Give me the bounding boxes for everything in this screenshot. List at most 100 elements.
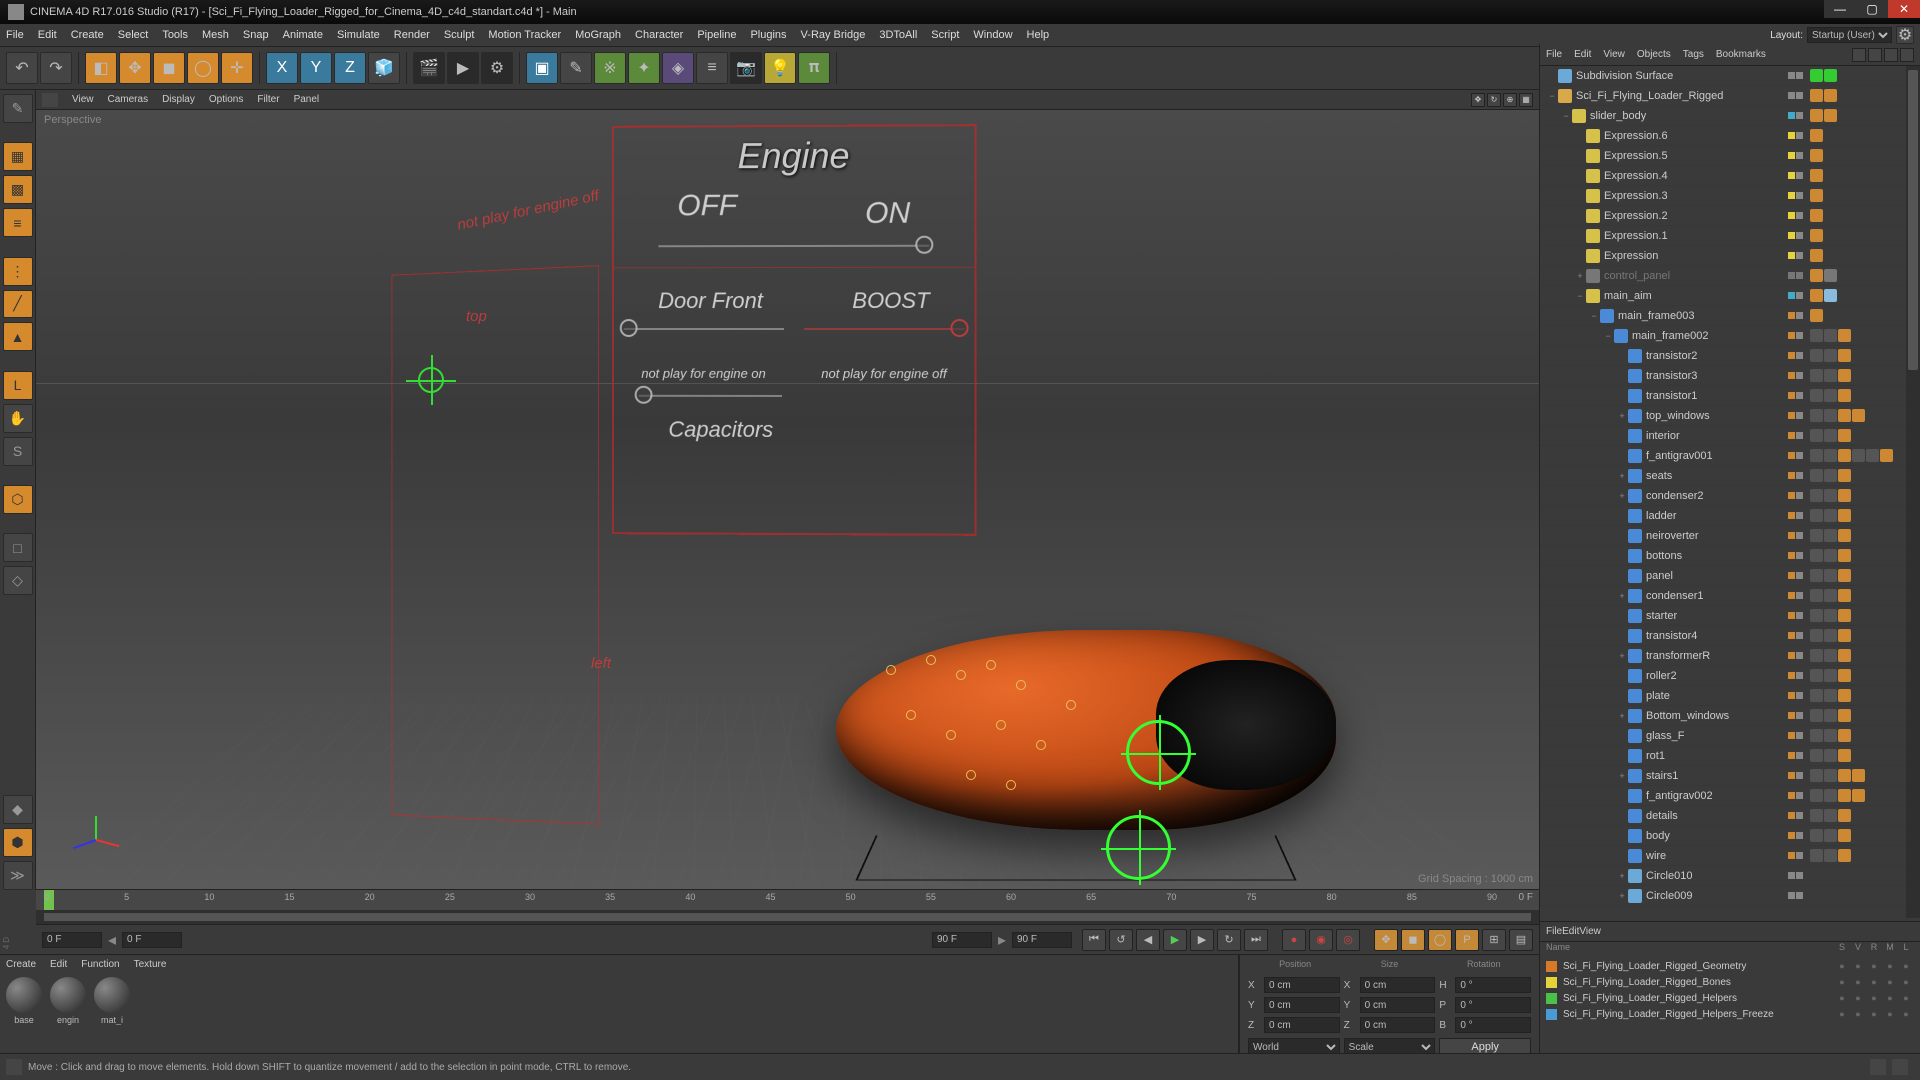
size-y-input[interactable] <box>1360 997 1436 1013</box>
object-name[interactable]: main_aim <box>1604 290 1780 302</box>
tag-icon[interactable] <box>1838 689 1851 702</box>
visibility-dot[interactable] <box>1796 372 1803 379</box>
tag-icon[interactable] <box>1810 109 1823 122</box>
visibility-dot[interactable] <box>1788 692 1795 699</box>
close-button[interactable]: ✕ <box>1888 0 1920 18</box>
om-menu-tags[interactable]: Tags <box>1683 49 1704 60</box>
menu-snap[interactable]: Snap <box>243 29 269 41</box>
vp-menu-options[interactable]: Options <box>209 94 243 105</box>
tag-icon[interactable] <box>1810 849 1823 862</box>
visibility-dot[interactable] <box>1788 472 1795 479</box>
points-mode-button[interactable]: ⋮ <box>3 257 33 286</box>
tag-icon[interactable] <box>1810 769 1823 782</box>
tag-icon[interactable] <box>1810 709 1823 722</box>
tag-icon[interactable] <box>1838 369 1851 382</box>
visibility-dot[interactable] <box>1788 292 1795 299</box>
maximize-button[interactable]: ▢ <box>1856 0 1888 18</box>
tag-icon[interactable] <box>1824 69 1837 82</box>
tag-icon[interactable] <box>1838 649 1851 662</box>
object-row[interactable]: − main_aim <box>1540 286 1920 306</box>
rot-b-input[interactable] <box>1455 1017 1531 1033</box>
layer-toggle[interactable]: ● <box>1850 993 1866 1003</box>
object-row[interactable]: +condenser2 <box>1540 486 1920 506</box>
object-name[interactable]: condenser2 <box>1646 490 1780 502</box>
object-row[interactable]: Expression.6 <box>1540 126 1920 146</box>
scale-button[interactable]: ◼ <box>153 52 185 84</box>
menu-simulate[interactable]: Simulate <box>337 29 380 41</box>
tag-icon[interactable] <box>1838 569 1851 582</box>
visibility-dot[interactable] <box>1796 92 1803 99</box>
visibility-dot[interactable] <box>1796 432 1803 439</box>
object-row[interactable]: roller2 <box>1540 666 1920 686</box>
tag-icon[interactable] <box>1838 429 1851 442</box>
tag-icon[interactable] <box>1810 589 1823 602</box>
expand-icon[interactable]: − <box>1588 311 1600 321</box>
expand-icon[interactable]: + <box>1616 411 1628 421</box>
object-row[interactable]: transistor4 <box>1540 626 1920 646</box>
undo-button[interactable]: ↶ <box>6 52 38 84</box>
visibility-dot[interactable] <box>1796 752 1803 759</box>
viewport-canvas[interactable]: not play for engine off top left Engine … <box>36 110 1539 889</box>
menu-plugins[interactable]: Plugins <box>750 29 786 41</box>
tag-icon[interactable] <box>1810 189 1823 202</box>
visibility-dot[interactable] <box>1796 652 1803 659</box>
tag-icon[interactable] <box>1810 549 1823 562</box>
expand-icon[interactable]: − <box>1574 291 1586 301</box>
edges-mode-button[interactable]: ╱ <box>3 290 33 319</box>
visibility-dot[interactable] <box>1788 232 1795 239</box>
tag-icon[interactable] <box>1866 449 1879 462</box>
object-name[interactable]: f_antigrav001 <box>1646 450 1780 462</box>
visibility-dot[interactable] <box>1796 272 1803 279</box>
layer-toggle[interactable]: ● <box>1866 961 1882 971</box>
object-row[interactable]: Expression.1 <box>1540 226 1920 246</box>
visibility-dot[interactable] <box>1796 512 1803 519</box>
tag-icon[interactable] <box>1810 129 1823 142</box>
viewport[interactable]: ViewCamerasDisplayOptionsFilterPanel ✥ ↻… <box>36 90 1539 889</box>
object-row[interactable]: −slider_body <box>1540 106 1920 126</box>
object-row[interactable]: +seats <box>1540 466 1920 486</box>
visibility-dot[interactable] <box>1796 412 1803 419</box>
tag-icon[interactable] <box>1810 269 1823 282</box>
tag-icon[interactable] <box>1880 449 1893 462</box>
tag-icon[interactable] <box>1838 489 1851 502</box>
visibility-dot[interactable] <box>1788 572 1795 579</box>
range-end-input[interactable] <box>932 932 992 948</box>
mat-menu-texture[interactable]: Texture <box>134 959 167 970</box>
tag-icon[interactable] <box>1824 89 1837 102</box>
visibility-dot[interactable] <box>1788 372 1795 379</box>
object-name[interactable]: transistor1 <box>1646 390 1780 402</box>
layer-toggle[interactable]: ● <box>1898 993 1914 1003</box>
render-view-button[interactable]: 🎬 <box>413 52 445 84</box>
layer-toggle[interactable]: ● <box>1898 1009 1914 1019</box>
vp-menu-filter[interactable]: Filter <box>257 94 279 105</box>
object-name[interactable]: Sci_Fi_Flying_Loader_Rigged <box>1576 90 1780 102</box>
object-row[interactable]: +transformerR <box>1540 646 1920 666</box>
joint-gizmo[interactable] <box>1106 815 1171 880</box>
tag-icon[interactable] <box>1810 829 1823 842</box>
visibility-dot[interactable] <box>1788 632 1795 639</box>
om-menu-objects[interactable]: Objects <box>1637 49 1671 60</box>
tag-icon[interactable] <box>1824 629 1837 642</box>
next-frame-button[interactable]: ▶ <box>1190 929 1214 951</box>
polys-mode-button[interactable]: ▲ <box>3 322 33 351</box>
tag-icon[interactable] <box>1810 369 1823 382</box>
tag-icon[interactable] <box>1810 489 1823 502</box>
object-name[interactable]: details <box>1646 810 1780 822</box>
object-row[interactable]: Subdivision Surface <box>1540 66 1920 86</box>
object-row[interactable]: Expression.4 <box>1540 166 1920 186</box>
visibility-dot[interactable] <box>1788 132 1795 139</box>
tag-icon[interactable] <box>1824 329 1837 342</box>
menu-script[interactable]: Script <box>931 29 959 41</box>
visibility-dot[interactable] <box>1788 812 1795 819</box>
visibility-dot[interactable] <box>1788 592 1795 599</box>
menu-render[interactable]: Render <box>394 29 430 41</box>
visibility-dot[interactable] <box>1796 112 1803 119</box>
planar-workplane-button[interactable]: ◇ <box>3 566 33 595</box>
vp-menu-cameras[interactable]: Cameras <box>108 94 149 105</box>
layer-toggle[interactable]: ● <box>1882 961 1898 971</box>
visibility-dot[interactable] <box>1788 712 1795 719</box>
tag-icon[interactable] <box>1852 449 1865 462</box>
key-options-button[interactable]: ▤ <box>1509 929 1533 951</box>
object-name[interactable]: Expression.3 <box>1604 190 1780 202</box>
layer-toggle[interactable]: ● <box>1866 993 1882 1003</box>
